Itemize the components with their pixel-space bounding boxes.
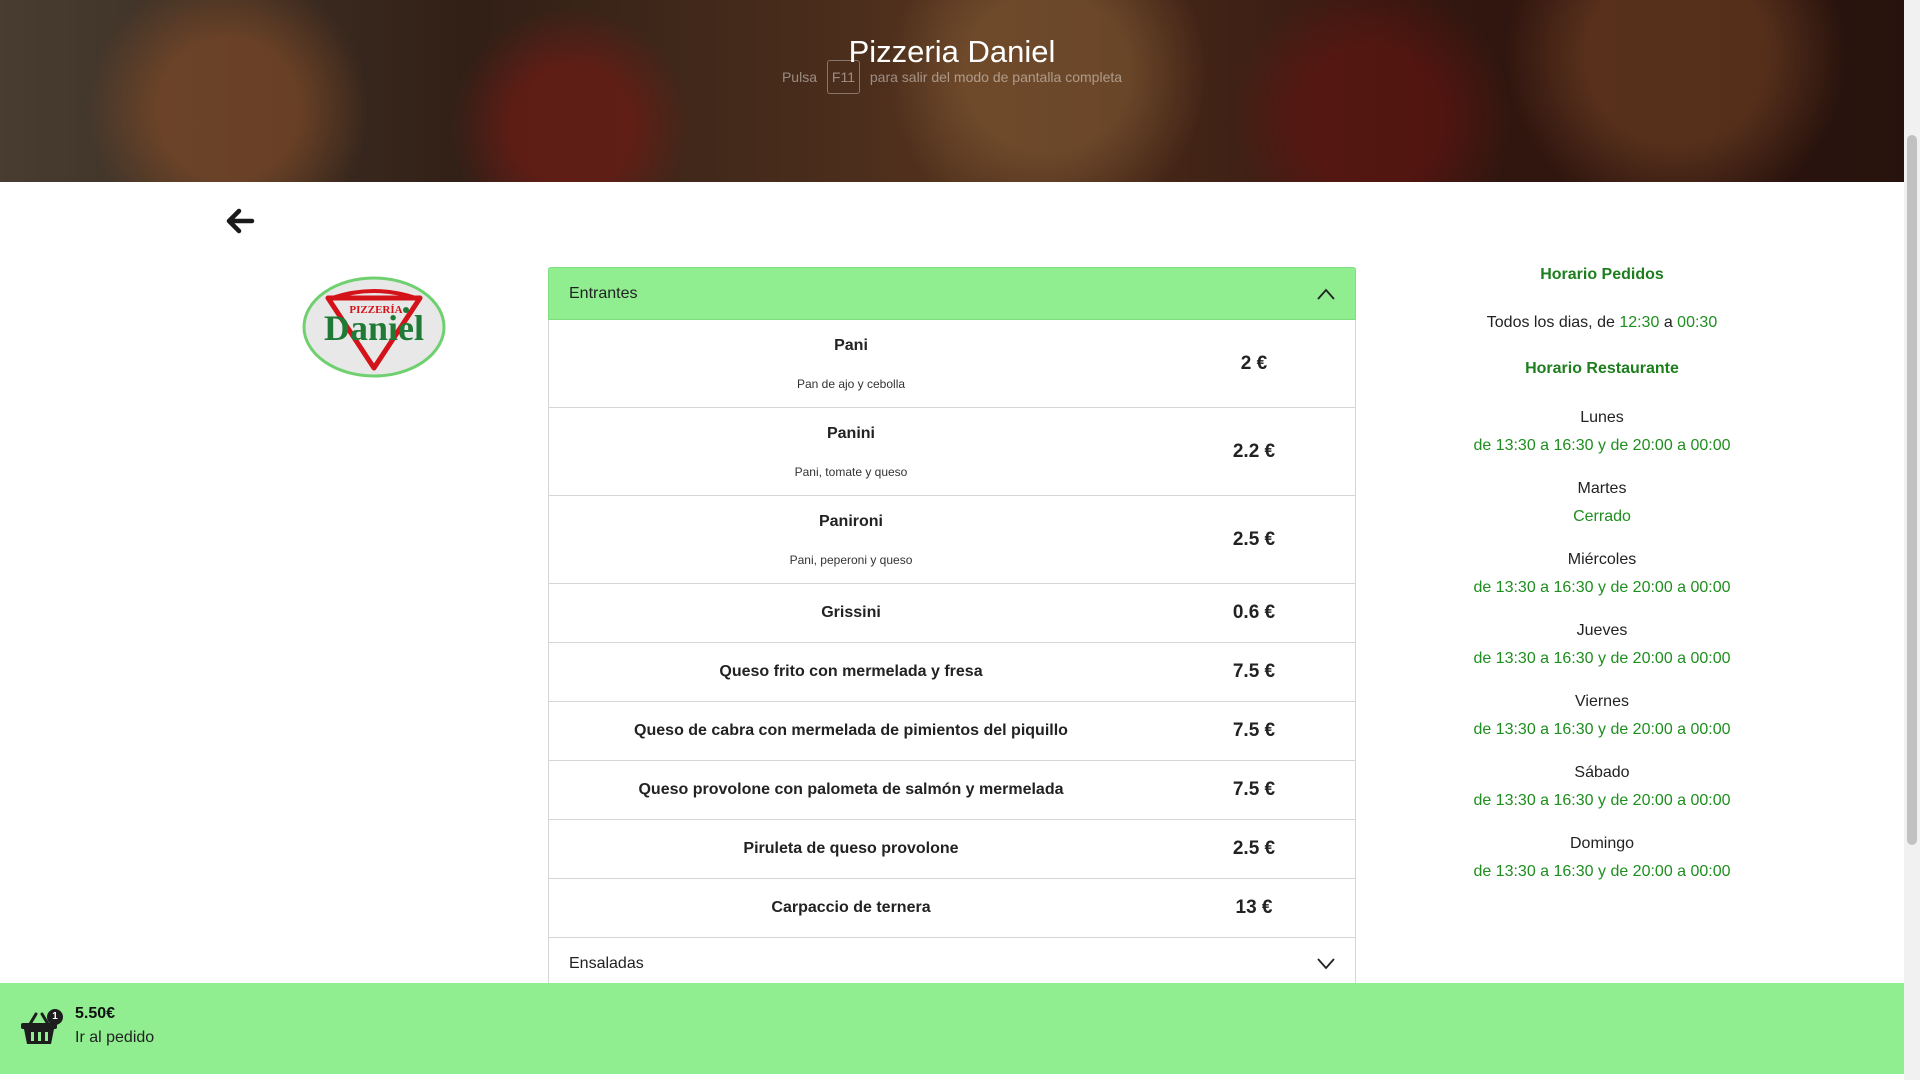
menu-item-carpaccio[interactable]: Carpaccio de ternera 13 € (548, 879, 1356, 938)
item-name: Carpaccio de ternera (771, 899, 931, 916)
item-name: Pani (834, 336, 868, 354)
item-name: Queso frito con mermelada y fresa (719, 663, 983, 680)
item-price: 7.5 € (1232, 661, 1276, 682)
orders-schedule-title: Horario Pedidos (1540, 266, 1664, 283)
day-hours: de 13:30 a 16:30 y de 20:00 a 00:00 (1473, 792, 1731, 809)
schedule-day: Domingo de 13:30 a 16:30 y de 20:00 a 00… (1440, 835, 1764, 881)
day-name: Martes (1577, 480, 1627, 497)
orders-schedule-text: Todos los dias, de 12:30 a 00:30 (1440, 314, 1764, 332)
schedule-panel: Horario Pedidos Todos los dias, de 12:30… (1440, 262, 1764, 881)
item-description: Pani, peperoni y queso (789, 552, 913, 567)
day-name: Domingo (1569, 835, 1635, 852)
menu-item-panironi[interactable]: Panironi Pani, peperoni y queso 2.5 € (548, 496, 1356, 584)
section-entrantes[interactable]: Entrantes (548, 267, 1356, 320)
item-price: 7.5 € (1232, 779, 1276, 800)
day-name: Sábado (1574, 764, 1630, 781)
item-price: 0.6 € (1232, 602, 1276, 623)
item-price: 13 € (1235, 897, 1273, 918)
chevron-up-icon (1317, 288, 1335, 300)
section-label: Ensaladas (569, 955, 644, 972)
item-name: Piruleta de queso provolone (743, 840, 959, 857)
orders-middle: a (1663, 314, 1673, 331)
cart-bar[interactable]: 1 5.50€ Ir al pedido (0, 983, 1904, 1074)
day-name: Lunes (1580, 409, 1624, 426)
day-hours: de 13:30 a 16:30 y de 20:00 a 00:00 (1473, 437, 1731, 454)
fullscreen-hint-before: Pulsa (781, 69, 817, 85)
item-name: Queso provolone con palometa de salmón y… (638, 781, 1064, 798)
schedule-day: Miércoles de 13:30 a 16:30 y de 20:00 a … (1440, 551, 1764, 597)
menu-accordion: Entrantes Pani Pan de ajo y cebolla 2 € … (548, 267, 1356, 991)
logo-main-text: Daniel (324, 308, 424, 348)
cart-count-badge: 1 (47, 1009, 63, 1025)
day-hours: de 13:30 a 16:30 y de 20:00 a 00:00 (1473, 721, 1731, 738)
hero-banner: Pizzeria Daniel Pulsa F11 para salir del… (0, 0, 1904, 182)
menu-item-pani[interactable]: Pani Pan de ajo y cebolla 2 € (548, 320, 1356, 408)
item-price: 2.5 € (1232, 838, 1276, 859)
item-price: 2 € (1240, 352, 1268, 374)
fullscreen-key: F11 (826, 60, 860, 94)
restaurant-schedule-title: Horario Restaurante (1525, 360, 1679, 377)
restaurant-logo: PIZZERÍA Daniel (302, 276, 446, 378)
fullscreen-hint: Pulsa F11 para salir del modo de pantall… (0, 60, 1904, 94)
day-hours: Cerrado (1573, 508, 1631, 525)
scrollbar-thumb[interactable] (1907, 135, 1917, 845)
orders-prefix: Todos los dias, de (1486, 314, 1615, 331)
menu-item-queso-frito[interactable]: Queso frito con mermelada y fresa 7.5 € (548, 643, 1356, 702)
item-description: Pani, tomate y queso (794, 464, 908, 479)
item-name: Panironi (818, 512, 883, 530)
item-description: Pan de ajo y cebolla (796, 376, 906, 391)
day-name: Jueves (1576, 622, 1628, 639)
menu-item-queso-cabra[interactable]: Queso de cabra con mermelada de pimiento… (548, 702, 1356, 761)
day-name: Viernes (1575, 693, 1629, 710)
orders-from: 12:30 (1619, 314, 1660, 331)
schedule-day: Martes Cerrado (1440, 480, 1764, 526)
scrollbar[interactable] (1904, 0, 1920, 1080)
schedule-day: Jueves de 13:30 a 16:30 y de 20:00 a 00:… (1440, 622, 1764, 668)
go-to-order-link[interactable]: Ir al pedido (75, 1029, 154, 1047)
menu-item-panini[interactable]: Panini Pani, tomate y queso 2.2 € (548, 408, 1356, 496)
item-price: 7.5 € (1232, 720, 1276, 741)
menu-item-piruleta[interactable]: Piruleta de queso provolone 2.5 € (548, 820, 1356, 879)
item-name: Panini (826, 424, 875, 442)
cart-total: 5.50€ (75, 1005, 116, 1022)
chevron-down-icon (1317, 958, 1335, 970)
day-hours: de 13:30 a 16:30 y de 20:00 a 00:00 (1473, 650, 1731, 667)
item-name: Grissini (821, 604, 881, 621)
orders-to: 00:30 (1677, 314, 1718, 331)
item-name: Queso de cabra con mermelada de pimiento… (634, 722, 1068, 739)
section-label: Entrantes (569, 284, 638, 302)
day-hours: de 13:30 a 16:30 y de 20:00 a 00:00 (1473, 579, 1731, 596)
menu-item-queso-provolone-salmon[interactable]: Queso provolone con palometa de salmón y… (548, 761, 1356, 820)
schedule-day: Viernes de 13:30 a 16:30 y de 20:00 a 00… (1440, 693, 1764, 739)
menu-item-grissini[interactable]: Grissini 0.6 € (548, 584, 1356, 643)
arrow-left-icon (226, 208, 255, 234)
day-hours: de 13:30 a 16:30 y de 20:00 a 00:00 (1473, 863, 1731, 880)
item-price: 2.2 € (1232, 440, 1276, 462)
fullscreen-hint-after: para salir del modo de pantalla completa (869, 69, 1123, 85)
schedule-day: Lunes de 13:30 a 16:30 y de 20:00 a 00:0… (1440, 409, 1764, 455)
back-button[interactable] (222, 206, 258, 236)
schedule-day: Sábado de 13:30 a 16:30 y de 20:00 a 00:… (1440, 764, 1764, 810)
item-price: 2.5 € (1232, 528, 1276, 550)
day-name: Miércoles (1567, 551, 1637, 568)
